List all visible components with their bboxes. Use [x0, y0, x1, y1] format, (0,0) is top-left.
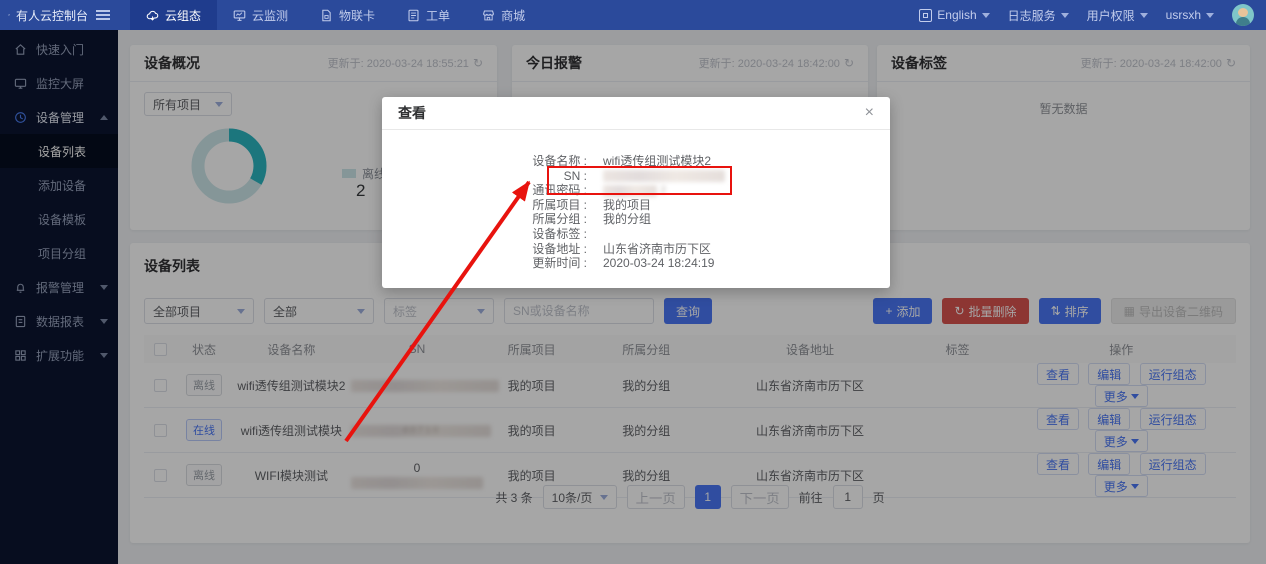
modal-title: 查看 [398, 103, 426, 123]
menu-collapse-icon[interactable] [96, 10, 110, 20]
store-icon [482, 9, 495, 22]
field-label: 所属分组 : [382, 212, 587, 227]
work-order-icon [407, 9, 420, 22]
brand: 有人云控制台 [0, 7, 118, 24]
field-label: 通讯密码 : [382, 183, 587, 198]
top-nav-tabs: 云组态 云监测 物联卡 工单 商城 [130, 0, 541, 30]
project-value: 我的项目 [603, 198, 651, 213]
field-label: 设备名称 : [382, 154, 587, 169]
logo-icon [8, 7, 10, 23]
device-name-value: wifi透传组测试模块2 [603, 154, 711, 169]
tab-label: 商城 [501, 7, 525, 24]
tab-cloud-monitor[interactable]: 云监测 [217, 0, 304, 30]
tab-label: 云监测 [252, 7, 288, 24]
field-label: SN : [382, 169, 587, 184]
log-service-label: 日志服务 [1008, 7, 1056, 24]
language-icon [919, 9, 932, 22]
tab-cloud-scada[interactable]: 云组态 [130, 0, 217, 30]
chevron-down-icon [1140, 13, 1148, 18]
field-label: 设备地址 : [382, 242, 587, 257]
user-permission-label: 用户权限 [1087, 7, 1135, 24]
avatar[interactable] [1232, 4, 1254, 26]
topbar: 有人云控制台 云组态 云监测 物联卡 工单 商城 English [0, 0, 1266, 30]
chevron-down-icon [982, 13, 990, 18]
redacted-sn-value [603, 170, 725, 182]
field-label: 更新时间 : [382, 256, 587, 271]
tab-work-order[interactable]: 工单 [391, 0, 466, 30]
language-label: English [937, 8, 976, 22]
monitor-icon [233, 9, 246, 22]
password-visible-tail: 2 [660, 185, 670, 197]
chevron-down-icon [1061, 13, 1069, 18]
chevron-down-icon [1206, 13, 1214, 18]
brand-title: 有人云控制台 [16, 7, 88, 24]
tab-label: 物联卡 [339, 7, 375, 24]
tab-label: 云组态 [165, 7, 201, 24]
username-label: usrsxh [1166, 8, 1201, 22]
log-service-menu[interactable]: 日志服务 [1008, 7, 1069, 24]
user-permission-menu[interactable]: 用户权限 [1087, 7, 1148, 24]
field-label: 设备标签 : [382, 227, 587, 242]
cloud-icon [146, 9, 159, 22]
tab-mall[interactable]: 商城 [466, 0, 541, 30]
topbar-right: English 日志服务 用户权限 usrsxh [919, 4, 1266, 26]
user-menu[interactable]: usrsxh [1166, 8, 1214, 22]
address-value: 山东省济南市历下区 [603, 242, 711, 257]
tab-iot-card[interactable]: 物联卡 [304, 0, 391, 30]
redacted-password-value [603, 185, 657, 197]
update-time-value: 2020-03-24 18:24:19 [603, 256, 714, 271]
view-device-modal: 查看 × 设备名称 : wifi透传组测试模块2 SN : 通讯密码 : 2 所属… [382, 97, 890, 288]
close-icon[interactable]: × [865, 105, 874, 121]
group-value: 我的分组 [603, 212, 651, 227]
tab-label: 工单 [426, 7, 450, 24]
language-switcher[interactable]: English [919, 8, 989, 22]
field-label: 所属项目 : [382, 198, 587, 213]
sim-card-icon [320, 9, 333, 22]
